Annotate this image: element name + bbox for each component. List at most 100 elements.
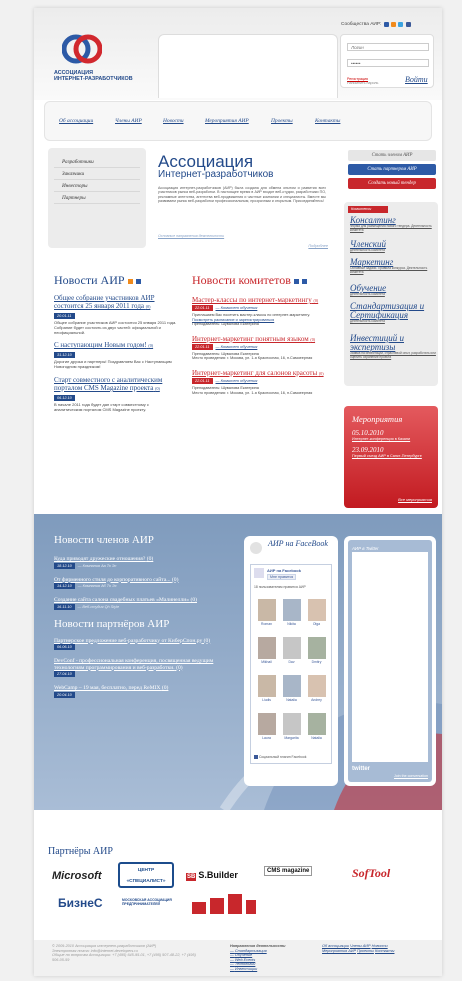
fan-avatar[interactable]: Natalia	[304, 711, 329, 749]
footer-direction-link[interactable]: — Инвестиции	[230, 967, 257, 971]
committee-item[interactable]: Обучение Деятельность комитета	[350, 284, 436, 297]
footer-link[interactable]: Новости	[372, 944, 388, 948]
partner-logo-cmsmagazine[interactable]: CMS magazine	[264, 866, 313, 876]
fan-avatar[interactable]: Roman	[254, 597, 279, 635]
news-title[interactable]: С наступающим Новым годом! (0)	[54, 341, 178, 350]
committee-news-title[interactable]: Интернет-маркетинг понятным языком (0)	[192, 335, 334, 344]
news-text: Дорогие друзья и партнеры! Поздравляем В…	[54, 359, 172, 370]
logo-icon[interactable]	[62, 34, 102, 64]
fan-name: Andrey	[311, 698, 322, 702]
news-source[interactable]: — Комитет обучения	[216, 305, 258, 310]
rss-icon[interactable]	[293, 279, 299, 284]
login-button[interactable]: Войти	[405, 75, 428, 84]
menu-item-investors[interactable]: Инвесторы	[54, 180, 140, 192]
fan-avatar[interactable]: Andrey	[304, 673, 329, 711]
footer-direction-link[interactable]: — Обучение	[230, 953, 252, 957]
avatar	[282, 637, 301, 659]
rss-icon[interactable]	[390, 22, 396, 27]
fan-avatar[interactable]: Nikita	[279, 597, 304, 635]
footer: © 2009-2010 Ассоциация интернет-разработ…	[34, 940, 442, 976]
news-source[interactable]: — Комитет обучения	[216, 344, 258, 349]
facebook-widget: АИР на FaceBook АИР на Facebook Мне нрав…	[244, 536, 338, 786]
nav-item-events[interactable]: Мероприятия АИР	[205, 118, 249, 124]
partner-logo-biznes[interactable]: БизнеС	[58, 896, 103, 910]
directions-link[interactable]: Основные направления деятельности	[158, 234, 224, 238]
committee-item[interactable]: Стандартизация и Сертификация Деятельност…	[350, 302, 436, 324]
partner-news-title[interactable]: WebCamp – 19 мая, бесплатно, перед ReMIX…	[54, 685, 240, 692]
footer-link[interactable]: Проекты	[357, 949, 374, 953]
fan-avatar[interactable]: Dmitry	[304, 635, 329, 673]
nav-item-members[interactable]: Члены АИР	[115, 118, 142, 124]
more-link[interactable]: Подробнее	[308, 244, 328, 248]
login-input[interactable]	[347, 43, 429, 51]
partner-logo-sbuilder[interactable]: SB S.Builder	[186, 870, 238, 881]
menu-item-developers[interactable]: Разработчики	[54, 156, 140, 168]
event-link[interactable]: Первый съезд АИР в Санкт-Петербурге	[352, 454, 430, 458]
partner-news-title[interactable]: DevConf - профессиональная конференция, …	[54, 658, 240, 671]
footer-link[interactable]: Мероприятия АИР	[322, 949, 356, 953]
news-date: 20.04.10	[54, 691, 75, 698]
news-source[interactable]: — Комитет обучения	[216, 378, 258, 383]
member-news-title[interactable]: Куда приводят дружеские отношения? (0)	[54, 556, 240, 563]
fan-avatar[interactable]: Olga	[304, 597, 329, 635]
partners-header: Партнёры АИР	[48, 846, 113, 857]
partner-logo-microsoft[interactable]: Microsoft	[52, 870, 102, 882]
nav-item-news[interactable]: Новости	[163, 118, 184, 124]
footer-direction-link[interactable]: — Технологии	[230, 962, 255, 966]
partners-news-header: Новости партнёров АИР	[54, 617, 170, 630]
committee-item[interactable]: Консалтинг Форма для размещения нового те…	[350, 216, 436, 233]
committee-item[interactable]: Маркетинг Основные задачи. Правила конкур…	[350, 258, 436, 275]
livejournal-icon[interactable]	[135, 279, 141, 284]
fan-avatar[interactable]: Natalia	[279, 673, 304, 711]
forgot-link[interactable]: Напомнить пароль	[347, 81, 378, 85]
member-news-title[interactable]: Создание сайта салона свадебных платьев …	[54, 597, 240, 604]
footer-link[interactable]: Члены АИР	[350, 944, 371, 948]
nav-item-about[interactable]: Об ассоциации	[59, 118, 93, 124]
fan-avatar[interactable]: Laura	[254, 711, 279, 749]
committee-item[interactable]: Инвестиций и экспертизы Заявка на инвести…	[350, 334, 436, 360]
partner-logo-specialist[interactable]: ЦЕНТР «СПЕЦИАЛИСТ»	[118, 862, 174, 888]
event-link[interactable]: Интернет-конференция в Казани	[352, 437, 430, 441]
nav-item-projects[interactable]: Проекты	[271, 118, 293, 124]
password-input[interactable]	[347, 59, 429, 67]
committee-news-title[interactable]: Интернет-маркетинг для салонов красоты (…	[192, 369, 334, 378]
news-item: С наступающим Новым годом! (0) 31.12.10 …	[54, 341, 178, 370]
news-title[interactable]: Общее собрание участников АИР состоится …	[54, 294, 178, 311]
livejournal-icon[interactable]	[383, 22, 389, 27]
news-title[interactable]: Старт совместного с аналитическим портал…	[54, 376, 178, 393]
become-partner-button[interactable]: Стать партнером АИР	[348, 164, 436, 175]
fan-avatar[interactable]: Mikhail	[254, 635, 279, 673]
fan-avatar[interactable]: Liudis	[254, 673, 279, 711]
twitter-icon[interactable]	[398, 22, 404, 27]
rss-icon[interactable]	[127, 279, 133, 284]
news-source: — Компания Aa To Эс	[77, 563, 117, 568]
menu-item-partners[interactable]: Партнеры	[54, 192, 140, 204]
join-conversation-link[interactable]: Join the conversation	[394, 774, 428, 778]
committee-item[interactable]: Членский Деятельность комитета	[350, 240, 436, 253]
member-news-title[interactable]: От фирменного стиля до корпоративного са…	[54, 577, 240, 584]
nav-item-contacts[interactable]: Контакты	[315, 118, 340, 124]
footer-email[interactable]: Электронная почта: info@internet-develop…	[52, 949, 138, 953]
page-name[interactable]: АИР на Facebook	[267, 568, 301, 573]
create-tender-button[interactable]: Создать новый тендер	[348, 178, 436, 189]
all-events-link[interactable]: Все мероприятия	[398, 497, 432, 502]
menu-item-customers[interactable]: Заказчики	[54, 168, 140, 180]
partner-logo-mosassoc[interactable]: МОСКОВСКАЯ АССОЦИАЦИЯ ПРЕДПРИНИМАТЕЛЕЙ	[122, 898, 180, 906]
committee-news-title[interactable]: Мастер-классы по интернет-маркетингу (0)	[192, 296, 334, 305]
footer-direction-link[interactable]: — Web Events	[230, 958, 255, 962]
partner-news-title[interactable]: Партнерское предложение веб-разработчику…	[54, 638, 240, 645]
fan-avatar[interactable]: Dav	[279, 635, 304, 673]
footer-link[interactable]: Об ассоциации	[322, 944, 349, 948]
fan-name: Nikita	[287, 622, 296, 626]
like-button[interactable]: Мне нравится	[267, 574, 297, 580]
fan-avatar[interactable]: Margarita	[279, 711, 304, 749]
twitter-logo-icon: twitter	[352, 766, 370, 772]
footer-link[interactable]: Контакты	[375, 949, 394, 953]
become-member-button[interactable]: Стать членом АИР	[348, 150, 436, 161]
partner-logo-red-blocks[interactable]	[192, 894, 258, 916]
livejournal-icon[interactable]	[301, 279, 307, 284]
partner-logo-softool[interactable]: SofTool	[352, 866, 390, 881]
committee-news-item: Интернет-маркетинг понятным языком (0) 2…	[192, 335, 334, 361]
facebook-icon[interactable]	[405, 22, 411, 27]
footer-direction-link[interactable]: — Стандартизация	[230, 949, 267, 953]
